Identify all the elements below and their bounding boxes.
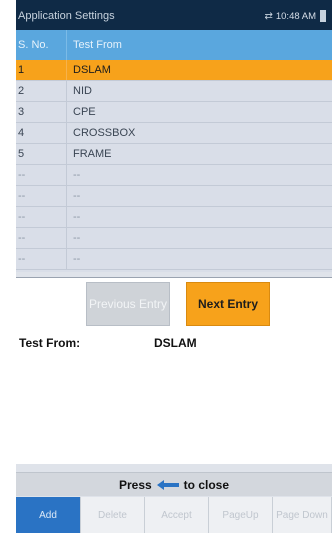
row-value: -- (66, 186, 332, 206)
close-hint-prefix: Press (118, 477, 152, 492)
previous-entry-button[interactable]: Previous Entry (86, 282, 170, 326)
back-arrow-icon (156, 479, 179, 490)
row-sno: 4 (18, 127, 25, 139)
clock: 10:48 AM (275, 10, 316, 22)
row-value: FRAME (66, 144, 332, 164)
table-row[interactable]: 3 CPE (16, 102, 332, 123)
device-edge (0, 0, 16, 533)
row-sno: -- (18, 190, 26, 202)
softkey-bar: Add Delete Accept PageUp Page Down (16, 497, 332, 533)
column-header-test-from: Test From (66, 30, 332, 60)
accept-softkey[interactable]: Accept (145, 497, 209, 533)
row-sno: 3 (18, 106, 25, 118)
table-row[interactable]: 5 FRAME (16, 144, 332, 165)
row-value: -- (66, 249, 332, 269)
row-sno: -- (18, 211, 26, 223)
test-from-table: 1 DSLAM 2 NID 3 CPE 4 CROSSBOX 5 FRAME -… (16, 60, 332, 272)
next-entry-button[interactable]: Next Entry (186, 282, 270, 326)
pageup-softkey[interactable]: PageUp (209, 497, 273, 533)
row-value: CROSSBOX (66, 123, 332, 143)
table-row[interactable]: -- -- (16, 207, 332, 228)
pagedown-softkey[interactable]: Page Down (273, 497, 332, 533)
table-row[interactable]: 2 NID (16, 81, 332, 102)
separator (16, 464, 332, 472)
row-sno: -- (18, 232, 26, 244)
title-bar: Application Settings ⇄ 10:48 AM (16, 0, 332, 30)
row-value: NID (66, 81, 332, 101)
row-value: CPE (66, 102, 332, 122)
row-value: -- (66, 228, 332, 248)
row-value: -- (66, 207, 332, 227)
row-sno: -- (18, 253, 26, 265)
table-row[interactable]: 4 CROSSBOX (16, 123, 332, 144)
connection-icon: ⇄ (264, 10, 273, 22)
table-header: S. No. Test From (16, 30, 332, 60)
close-hint-suffix: to close (183, 477, 230, 492)
close-hint-bar: Press to close (16, 472, 332, 496)
window-title: Application Settings (18, 10, 115, 22)
row-value: -- (66, 165, 332, 185)
test-from-label: Test From: (19, 336, 81, 350)
application-settings-screen: Application Settings ⇄ 10:48 AM S. No. T… (16, 0, 332, 533)
table-row[interactable]: -- -- (16, 249, 332, 270)
test-from-value: DSLAM (154, 336, 197, 350)
row-value: DSLAM (66, 60, 332, 80)
row-sno: -- (18, 169, 26, 181)
entry-detail-panel: Previous Entry Next Entry Test From: DSL… (16, 277, 332, 464)
delete-softkey[interactable]: Delete (81, 497, 145, 533)
battery-icon (320, 10, 326, 22)
status-area: ⇄ 10:48 AM (264, 10, 326, 22)
table-row[interactable]: -- -- (16, 186, 332, 207)
add-softkey[interactable]: Add (16, 497, 81, 533)
table-row[interactable]: -- -- (16, 165, 332, 186)
table-row[interactable]: 1 DSLAM (16, 60, 332, 81)
column-header-sno: S. No. (18, 39, 49, 51)
row-sno: 2 (18, 85, 25, 97)
row-sno: 1 (18, 64, 25, 76)
row-sno: 5 (18, 148, 25, 160)
table-row[interactable]: -- -- (16, 228, 332, 249)
